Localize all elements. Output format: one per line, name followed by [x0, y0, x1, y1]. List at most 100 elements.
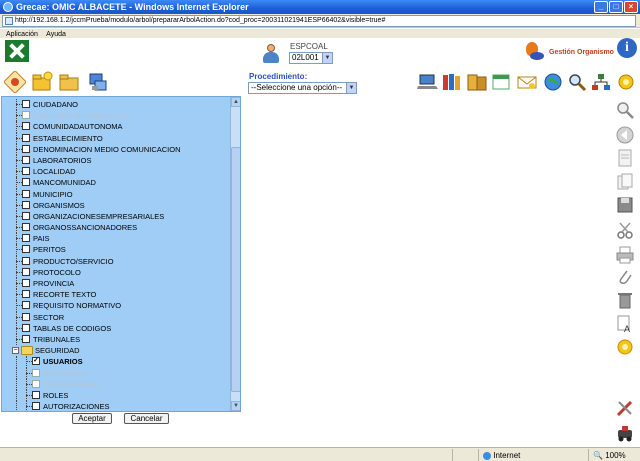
- tree-item[interactable]: AUTORIZACIONES: [2, 401, 230, 411]
- document-icon[interactable]: [615, 148, 635, 168]
- tree-checkbox[interactable]: ✓: [32, 357, 40, 366]
- tree-item[interactable]: MANCOMUNIDAD: [2, 177, 230, 189]
- tree-item[interactable]: ESTABLECIMIENTO: [2, 132, 230, 144]
- tree-item[interactable]: DENOMINACION MEDIO COMUNICACION: [2, 143, 230, 155]
- certificate-icon[interactable]: [4, 71, 26, 93]
- tree-checkbox[interactable]: [22, 256, 30, 265]
- attachment-icon[interactable]: [615, 267, 635, 287]
- tree-item[interactable]: RECORTE TEXTO: [2, 289, 230, 301]
- tree-checkbox[interactable]: [32, 390, 40, 399]
- tree-item[interactable]: PRODUCTO/SERVICIO: [2, 255, 230, 267]
- exit-icon[interactable]: [615, 423, 635, 443]
- mail-icon[interactable]: [516, 72, 538, 92]
- collapse-icon[interactable]: −: [12, 347, 19, 355]
- search-icon[interactable]: [566, 72, 588, 92]
- tree-checkbox[interactable]: [22, 334, 30, 343]
- tree-checkbox[interactable]: [22, 178, 30, 187]
- zoom-icon[interactable]: [615, 100, 635, 120]
- tree-checkbox[interactable]: [32, 379, 40, 388]
- tree-item[interactable]: TRIBUNALES: [2, 333, 230, 346]
- tree-checkbox[interactable]: [22, 211, 30, 220]
- settings-icon[interactable]: [615, 72, 637, 92]
- maximize-button[interactable]: □: [609, 1, 623, 13]
- user-select[interactable]: 02L001 ▼: [289, 52, 333, 64]
- scroll-down-icon[interactable]: ▼: [231, 401, 240, 411]
- globe-icon[interactable]: [542, 72, 564, 92]
- tree-item[interactable]: REQUISITO NORMATIVO: [2, 300, 230, 312]
- print-icon[interactable]: [615, 245, 635, 265]
- tree-checkbox[interactable]: [22, 223, 30, 232]
- tree-checkbox[interactable]: [22, 133, 30, 142]
- trash-icon[interactable]: [615, 290, 635, 310]
- calendar-icon[interactable]: [490, 72, 512, 92]
- tree-item[interactable]: TABLAS DE CODIGOS: [2, 322, 230, 334]
- tree-folder-seguridad[interactable]: − SEGURIDAD: [2, 345, 230, 356]
- new-folder-icon[interactable]: [31, 71, 53, 93]
- back-icon[interactable]: [615, 125, 635, 145]
- scroll-thumb[interactable]: [231, 147, 240, 392]
- close-button[interactable]: ×: [624, 1, 638, 13]
- books-icon[interactable]: [441, 72, 463, 92]
- tree-item[interactable]: ORGANIZACIONESEMPRESARIALES: [2, 210, 230, 223]
- network-icon[interactable]: [590, 72, 612, 92]
- zoom-control[interactable]: 🔍 100%: [588, 449, 640, 461]
- tools-icon[interactable]: [615, 398, 635, 418]
- tree-item[interactable]: COMISION REGIONAL DCC: [2, 110, 230, 122]
- tree-checkbox[interactable]: [22, 290, 30, 299]
- chevron-down-icon[interactable]: ▼: [322, 53, 332, 63]
- tree-item[interactable]: LABORATORIOS: [2, 154, 230, 167]
- tree-checkbox[interactable]: [22, 279, 30, 287]
- minimize-button[interactable]: _: [594, 1, 608, 13]
- tree-checkbox[interactable]: [22, 323, 30, 332]
- gestion-organismo-icon[interactable]: [524, 42, 544, 62]
- tree-checkbox[interactable]: [22, 111, 30, 120]
- tree-item[interactable]: ROLES: [2, 389, 230, 402]
- info-icon[interactable]: i: [617, 38, 637, 58]
- tree-checkbox[interactable]: [22, 245, 30, 254]
- tree-checkbox[interactable]: [22, 122, 30, 131]
- tree-item[interactable]: OPERACIONES: [2, 378, 230, 390]
- print-preview-icon[interactable]: A: [615, 314, 635, 334]
- tree-checkbox[interactable]: [22, 155, 30, 164]
- tree-item[interactable]: PROVINCIA: [2, 278, 230, 290]
- tree-item[interactable]: CIUDADANO: [2, 99, 230, 111]
- cancel-button[interactable]: Cancelar: [124, 413, 169, 424]
- folder-icon[interactable]: [58, 71, 80, 93]
- tree-checkbox[interactable]: [22, 200, 30, 209]
- tree-checkbox[interactable]: [22, 144, 30, 153]
- tree-checkbox[interactable]: [22, 189, 30, 198]
- tree-checkbox[interactable]: [22, 100, 30, 108]
- tree-item[interactable]: LOCALIDAD: [2, 166, 230, 178]
- tree-checkbox[interactable]: [22, 167, 30, 176]
- tree-item[interactable]: PROTOCOLO: [2, 266, 230, 278]
- save-icon[interactable]: [615, 195, 635, 215]
- tree-checkbox[interactable]: [22, 301, 30, 310]
- gestion-organismo-link[interactable]: Gestión Organismo: [549, 49, 614, 56]
- tree-item[interactable]: RECURSOS: [2, 367, 230, 379]
- tree-checkbox[interactable]: [32, 368, 40, 377]
- tree-item[interactable]: ORGANOSSANCIONADORES: [2, 222, 230, 234]
- tree-checkbox[interactable]: [22, 267, 30, 276]
- tree-item[interactable]: ORGANISMOS: [2, 199, 230, 211]
- procedimiento-select[interactable]: --Seleccione una opción-- ▼: [248, 82, 357, 94]
- tree-checkbox[interactable]: [22, 312, 30, 321]
- tree-scrollbar[interactable]: ▲ ▼: [230, 97, 240, 411]
- copy-icon[interactable]: [615, 172, 635, 192]
- address-bar[interactable]: http://192.168.1.2/jccmPrueba/modulo/arb…: [2, 15, 636, 27]
- laptop-icon[interactable]: [417, 72, 439, 92]
- tree-item[interactable]: MUNICIPIO: [2, 188, 230, 200]
- tree-item[interactable]: ✓ USUARIOS: [2, 356, 230, 368]
- chevron-down-icon[interactable]: ▼: [346, 83, 356, 93]
- tree-item[interactable]: SECTOR: [2, 311, 230, 323]
- tree-checkbox[interactable]: [32, 402, 40, 411]
- accept-button[interactable]: Aceptar: [72, 413, 112, 424]
- tree-item[interactable]: COMUNIDADAUTONOMA: [2, 121, 230, 133]
- tree-checkbox[interactable]: [22, 234, 30, 243]
- tree-item[interactable]: PERITOS: [2, 244, 230, 256]
- computer-icon[interactable]: [87, 71, 109, 93]
- archive-icon[interactable]: [466, 72, 488, 92]
- tree-item[interactable]: PAIS: [2, 233, 230, 245]
- gear-icon[interactable]: [615, 337, 635, 357]
- cut-icon[interactable]: [615, 220, 635, 240]
- scroll-up-icon[interactable]: ▲: [231, 97, 240, 107]
